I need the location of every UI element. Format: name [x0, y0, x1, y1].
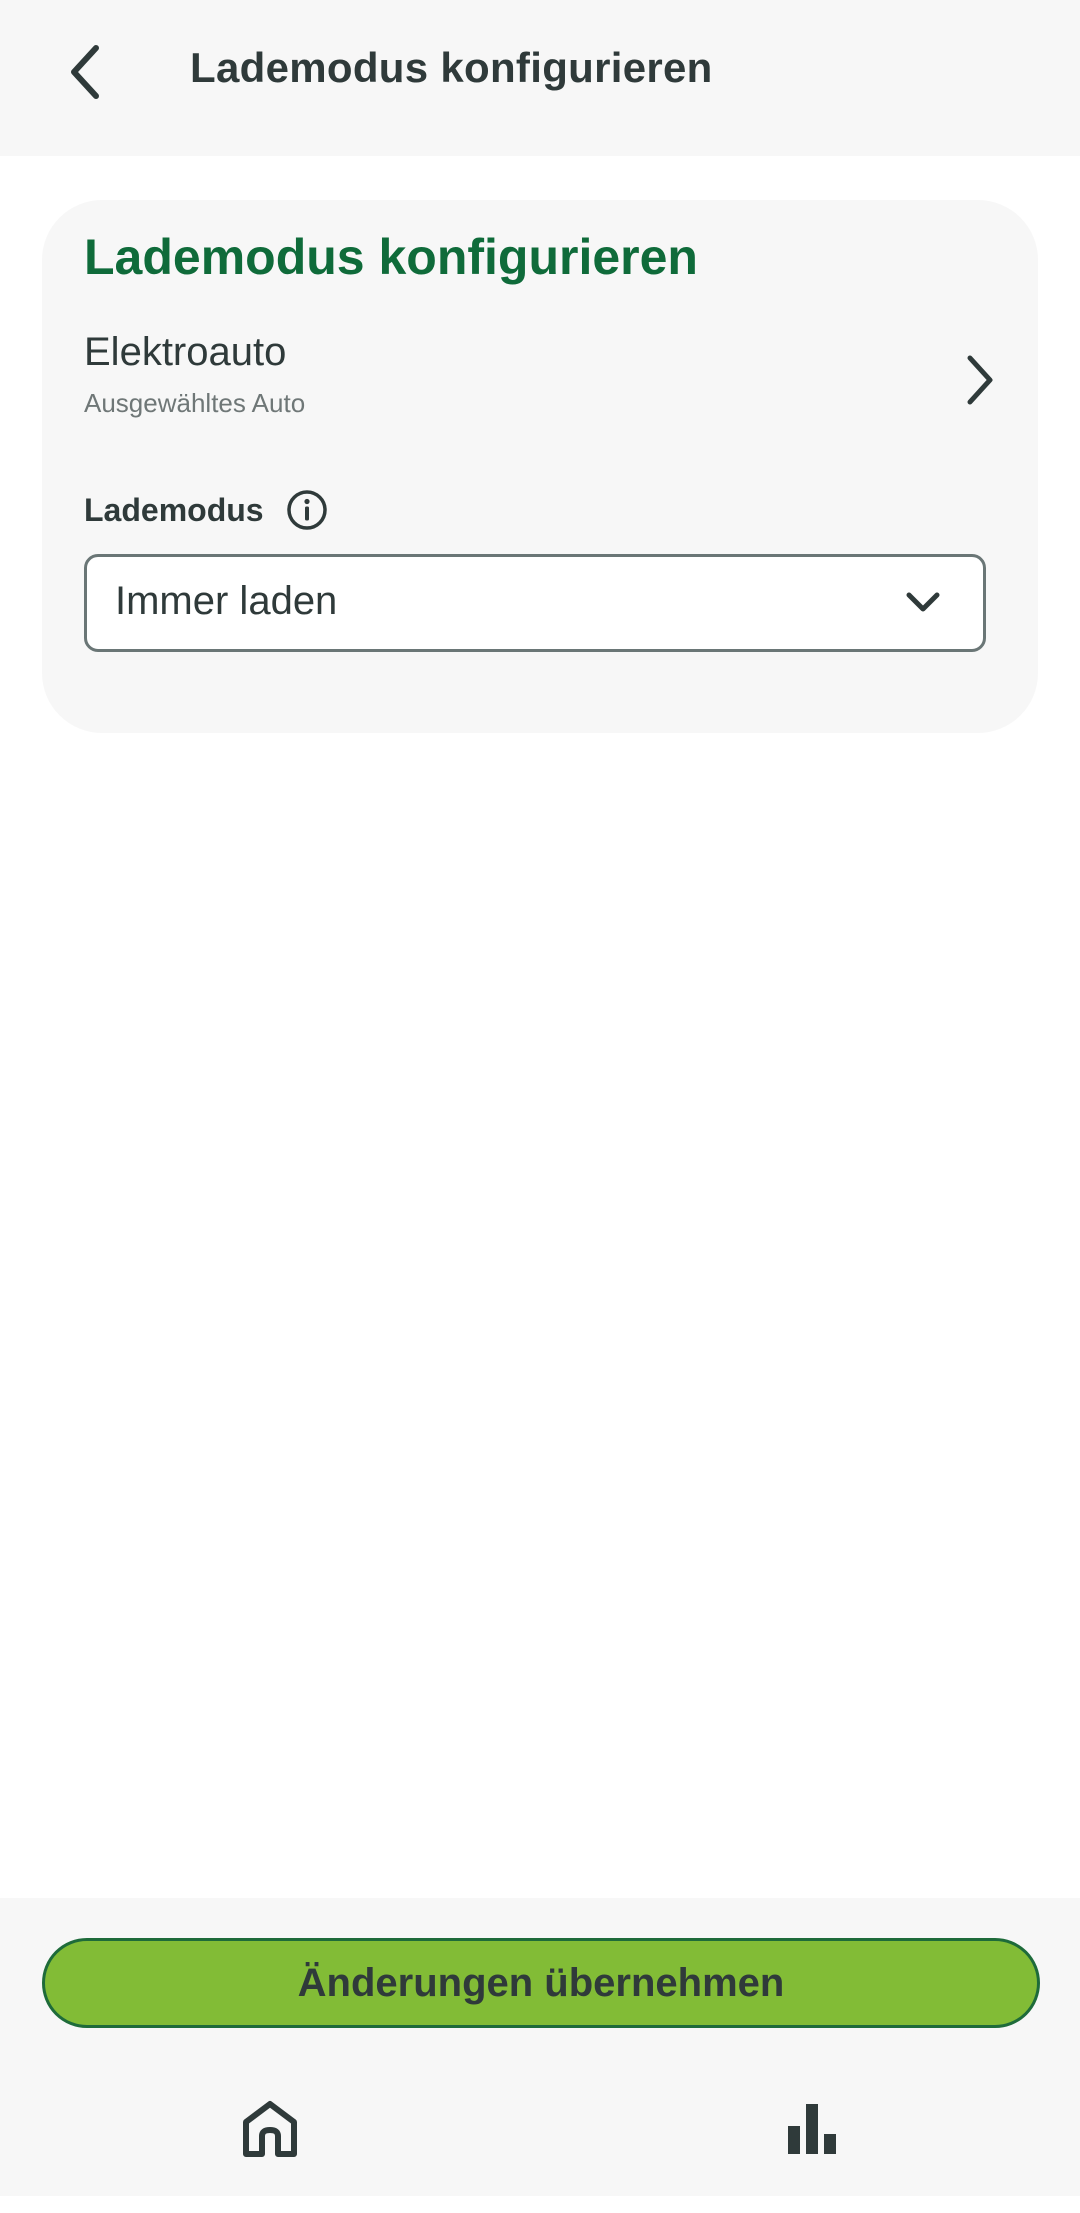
bar-chart-icon[interactable]	[780, 2096, 844, 2160]
page-title: Lademodus konfigurieren	[190, 44, 713, 91]
back-button[interactable]	[50, 36, 122, 108]
charging-mode-card: Lademodus konfigurieren Elektroauto Ausg…	[42, 200, 1038, 733]
charging-mode-label-row: Lademodus	[84, 486, 328, 534]
card-title: Lademodus konfigurieren	[84, 229, 698, 285]
charging-mode-selected-value: Immer laden	[115, 579, 338, 623]
chevron-left-icon	[71, 45, 99, 99]
info-icon[interactable]	[286, 489, 328, 531]
charging-mode-label: Lademodus	[84, 491, 264, 528]
home-icon[interactable]	[238, 2096, 302, 2160]
chevron-down-icon	[906, 592, 940, 612]
car-subtitle: Ausgewähltes Auto	[84, 388, 306, 418]
apply-changes-button[interactable]: Änderungen übernehmen	[42, 1938, 1040, 2028]
bottom-bar: Änderungen übernehmen	[0, 1898, 1080, 2196]
app-header: Lademodus konfigurieren	[0, 0, 1080, 156]
chevron-right-icon	[967, 355, 993, 405]
charging-mode-select[interactable]: Immer laden	[84, 554, 986, 652]
selected-car-row[interactable]: Elektroauto Ausgewähltes Auto	[84, 330, 1014, 430]
car-name: Elektroauto	[84, 330, 287, 374]
apply-changes-label: Änderungen übernehmen	[297, 1960, 785, 2005]
